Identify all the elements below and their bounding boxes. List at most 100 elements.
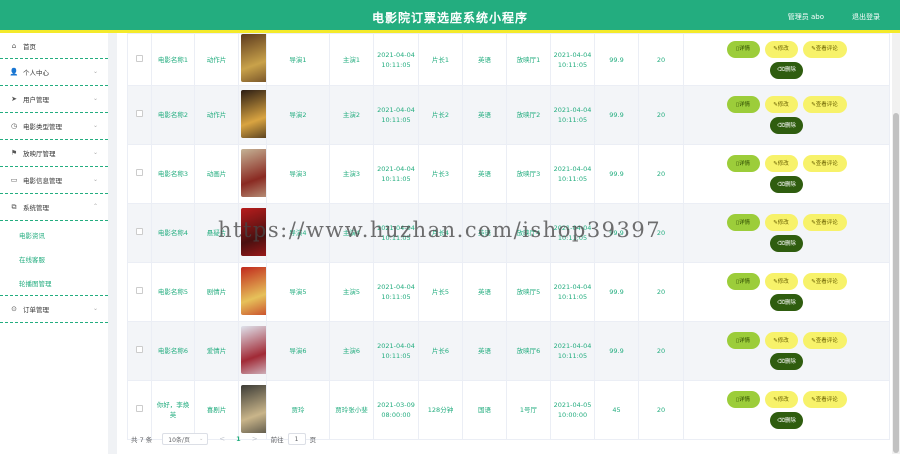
edit-button[interactable]: ✎ 修改 [764,391,798,408]
clock-icon: ◷ [10,122,18,130]
detail-button[interactable]: ▯ 详情 [726,391,760,408]
cell-seats-text: 20 [656,170,666,178]
view-reviews-button[interactable]: ✎ 查看评论 [802,332,847,349]
detail-button[interactable]: ▯ 详情 [726,332,760,349]
cell-actor: 主演5 [329,262,374,322]
scrollbar-thumb[interactable] [893,113,899,453]
delete-button[interactable]: ⌫ 删除 [770,176,803,193]
page-scrollbar[interactable] [892,33,900,454]
flag-icon: ⚑ [10,149,18,157]
review-label: 查看评论 [815,337,838,344]
cell-length: 片长2 [418,85,463,145]
cell-director: 导演6 [266,321,330,381]
cell-show-time-text: 2021-04-04 10:11:05 [553,342,592,360]
cell-price: 99.9 [594,144,639,204]
sidebar-subitem-2[interactable]: 轮播图管理 [0,271,108,295]
edit-button[interactable]: ✎ 修改 [764,155,798,172]
sidebar-item-3[interactable]: ◷ 电影类型管理 ⌄ [0,113,108,140]
delete-button[interactable]: ⌫ 删除 [770,117,803,134]
sidebar-item-4[interactable]: ⚑ 放映厅管理 ⌄ [0,140,108,167]
cell-director-text: 导演3 [289,170,307,178]
cell-actions: ▯ 详情 ✎ 修改 ✎ 查看评论 ⌫ 删除 [683,380,890,440]
cell-language-text: 英语 [478,111,491,119]
logout-link[interactable]: 退出登录 [852,12,880,22]
goto-page-input[interactable]: 1 [287,433,306,445]
cell-seats: 20 [638,144,684,204]
detail-label: 详情 [739,46,751,52]
row-checkbox[interactable] [136,54,143,62]
cell-seats: 20 [638,262,684,322]
next-page-button[interactable]: > [252,435,258,443]
sidebar-item-7[interactable]: ⊙ 订单管理 ⌄ [0,296,108,323]
detail-button[interactable]: ▯ 详情 [726,40,760,58]
edit-button[interactable]: ✎ 修改 [764,332,798,349]
cell-language: 英语 [462,144,507,204]
sidebar-item-2[interactable]: ➤ 用户管理 ⌄ [0,86,108,113]
edit-button[interactable]: ✎ 修改 [764,273,798,290]
cell-release-date: 2021-04-04 10:11:05 [373,33,419,86]
cell-show-time-text: 2021-04-04 10:11:05 [553,165,592,183]
edit-button[interactable]: ✎ 修改 [764,40,798,58]
cell-language-text: 英语 [478,170,491,178]
detail-label: 详情 [739,219,751,226]
sidebar-item-0[interactable]: ⌂ 首页 [0,33,108,59]
view-reviews-button[interactable]: ✎ 查看评论 [802,273,847,290]
view-reviews-button[interactable]: ✎ 查看评论 [802,214,847,231]
row-checkbox[interactable] [136,405,143,412]
detail-label: 详情 [739,101,751,108]
sidebar-item-5[interactable]: ▭ 电影信息管理 ⌄ [0,167,108,194]
cell-length: 片长3 [418,144,463,204]
edit-button[interactable]: ✎ 修改 [764,214,798,231]
review-label: 查看评论 [815,278,838,285]
row-checkbox[interactable] [136,346,143,353]
page-number-current[interactable]: 1 [236,435,241,443]
delete-button[interactable]: ⌫ 删除 [770,61,803,79]
delete-button[interactable]: ⌫ 删除 [770,353,803,370]
sidebar-item-1[interactable]: 👤 个人中心 ⌄ [0,59,108,86]
row-checkbox[interactable] [136,169,143,176]
view-reviews-button[interactable]: ✎ 查看评论 [802,155,847,172]
cell-show-time-text: 2021-04-05 10:00:00 [553,401,592,419]
cell-actions: ▯ 详情 ✎ 修改 ✎ 查看评论 ⌫ 删除 [683,321,890,381]
row-checkbox[interactable] [136,287,143,294]
detail-button[interactable]: ▯ 详情 [726,96,760,113]
sidebar-item-label: 系统管理 [23,204,49,212]
edit-button[interactable]: ✎ 修改 [764,96,798,113]
detail-button[interactable]: ▯ 详情 [726,155,760,172]
sidebar-subitem-1[interactable]: 在线客服 [0,247,108,271]
cell-director-text: 导演5 [289,288,307,296]
cell-release-date-text: 2021-04-04 10:11:05 [377,165,415,183]
cell-release-date-text: 2021-04-04 10:11:05 [377,283,415,301]
cell-release-date: 2021-04-04 10:11:05 [373,321,419,381]
sidebar-subitem-0[interactable]: 电影资讯 [0,223,108,247]
view-reviews-button[interactable]: ✎ 查看评论 [802,391,847,408]
cell-director: 导演5 [266,262,330,322]
cell-director-text: 导演4 [289,229,307,237]
delete-button[interactable]: ⌫ 删除 [770,235,803,252]
cell-poster [238,321,267,381]
delete-button[interactable]: ⌫ 删除 [770,412,803,429]
detail-label: 详情 [739,337,751,344]
view-reviews-button[interactable]: ✎ 查看评论 [802,40,847,58]
cell-show-time-text: 2021-04-04 10:11:05 [553,50,592,69]
detail-button[interactable]: ▯ 详情 [726,214,760,231]
cell-length-text: 片长4 [431,229,450,237]
cell-movie-name: 电影名称2 [151,85,195,145]
cell-hall-text: 放映厅6 [516,347,541,355]
detail-button[interactable]: ▯ 详情 [726,273,760,290]
cell-director-text: 导演1 [289,55,307,64]
row-checkbox-cell [127,33,152,86]
delete-button[interactable]: ⌫ 删除 [770,294,803,311]
page-size-select[interactable]: 10条/页 ⌄ [162,433,209,445]
row-checkbox[interactable] [136,228,143,235]
view-reviews-button[interactable]: ✎ 查看评论 [802,96,847,113]
cell-show-time: 2021-04-04 10:11:05 [550,33,595,86]
sidebar-item-6[interactable]: ⧉ 系统管理 ⌃ [0,194,108,221]
review-label: 查看评论 [815,101,838,108]
prev-page-button[interactable]: < [219,435,225,443]
cell-actions: ▯ 详情 ✎ 修改 ✎ 查看评论 ⌫ 删除 [683,85,890,145]
row-checkbox[interactable] [136,110,143,117]
cell-movie-name: 电影名称1 [151,33,195,86]
cell-actions: ▯ 详情 ✎ 修改 ✎ 查看评论 ⌫ 删除 [683,203,890,263]
cell-poster [238,33,267,86]
